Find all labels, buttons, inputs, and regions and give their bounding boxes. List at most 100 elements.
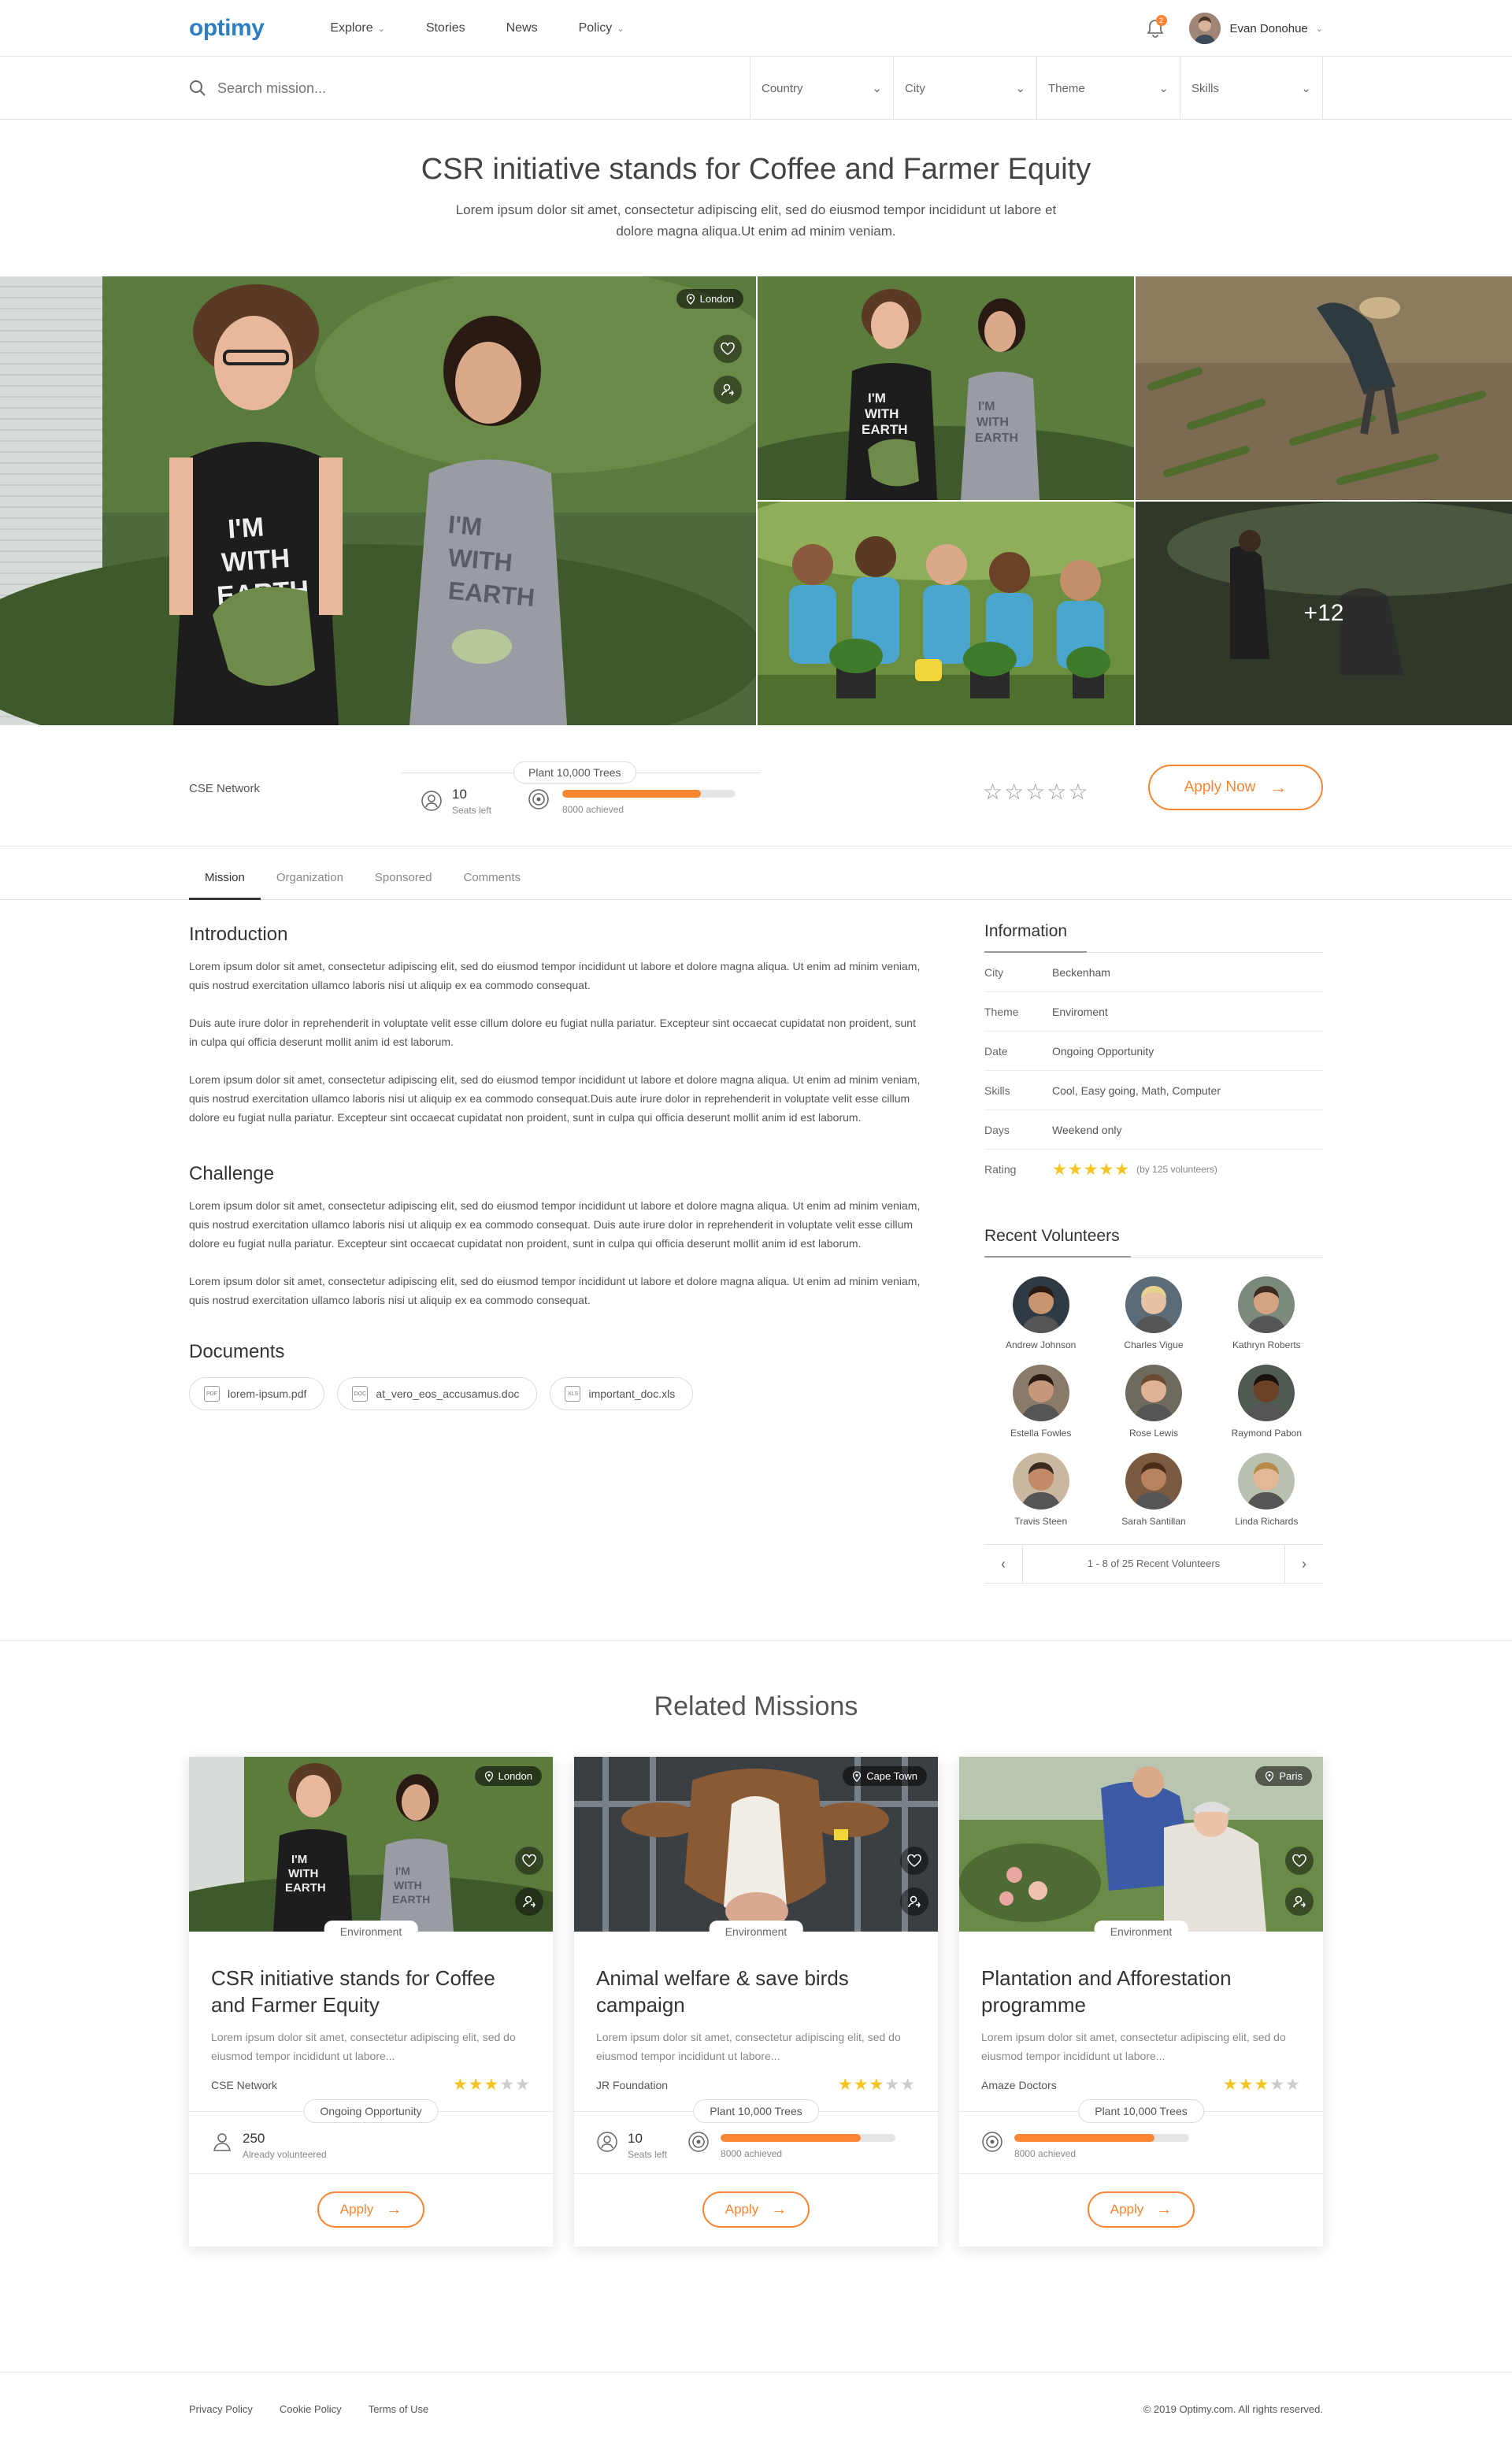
challenge-paragraph: Lorem ipsum dolor sit amet, consectetur … <box>189 1199 921 1250</box>
favorite-heart-icon[interactable] <box>515 1847 543 1875</box>
volunteer-item[interactable]: Linda Richards <box>1210 1453 1323 1527</box>
chevron-down-icon: ⌄ <box>1301 82 1311 95</box>
info-key: Date <box>984 1044 1008 1058</box>
progress-bar <box>1014 2134 1189 2142</box>
notification-bell-icon[interactable]: 2 <box>1143 15 1167 40</box>
svg-text:I'M: I'M <box>291 1853 307 1866</box>
apply-now-button[interactable]: Apply Now → <box>1148 765 1323 810</box>
volunteer-item[interactable]: Kathryn Roberts <box>1210 1276 1323 1350</box>
nav-stories[interactable]: Stories <box>426 21 465 35</box>
card-organization: JR Foundation <box>596 2078 669 2091</box>
tab-comments[interactable]: Comments <box>447 871 536 900</box>
intro-paragraph: Lorem ipsum dolor sit amet, consectetur … <box>189 960 921 991</box>
volunteer-avatar <box>1125 1453 1182 1510</box>
volunteer-item[interactable]: Rose Lewis <box>1097 1365 1210 1439</box>
related-title: Related Missions <box>654 1691 858 1721</box>
pdf-file-icon: PDF <box>204 1386 220 1402</box>
apply-button[interactable]: Apply → <box>1088 2191 1195 2228</box>
favorite-heart-icon[interactable] <box>713 335 742 363</box>
privacy-policy-link[interactable]: Privacy Policy <box>189 2403 253 2415</box>
mission-card[interactable]: Paris Environment Plantation and Afforesta… <box>959 1757 1323 2247</box>
card-description: Lorem ipsum dolor sit amet, consectetur … <box>596 2031 901 2062</box>
tab-sponsored[interactable]: Sponsored <box>359 871 448 900</box>
nav-news[interactable]: News <box>506 21 538 35</box>
info-value: Weekend only <box>1052 1123 1122 1136</box>
filter-city[interactable]: City ⌄ <box>893 57 1036 120</box>
card-pill: Plant 10,000 Trees <box>1078 2099 1204 2123</box>
favorite-heart-icon[interactable] <box>900 1847 928 1875</box>
xls-file-icon: XLS <box>565 1386 581 1402</box>
card-meta: CSE Network ★★★★★ <box>211 2075 531 2095</box>
user-name[interactable]: Evan Donohue <box>1230 22 1308 35</box>
photo-gallery: I'M WITH EARTH I'M WITH EARTH London <box>0 276 1512 725</box>
recommend-user-icon[interactable] <box>515 1887 543 1916</box>
apply-label: Apply <box>724 2202 759 2217</box>
volunteer-item[interactable]: Estella Fowles <box>984 1365 1097 1439</box>
volunteer-item[interactable]: Travis Steen <box>984 1453 1097 1527</box>
location-pin-icon <box>686 293 695 305</box>
filter-city-label: City <box>905 81 925 95</box>
card-title[interactable]: CSR initiative stands for Coffee and Far… <box>211 1965 531 2018</box>
rating-stars-empty[interactable]: ☆☆☆☆☆ <box>983 779 1090 805</box>
chevron-down-icon[interactable]: ⌄ <box>1316 24 1323 34</box>
volunteer-item[interactable]: Sarah Santillan <box>1097 1453 1210 1527</box>
gallery-thumb-1[interactable]: I'M WITH EARTH I'M WITH EARTH <box>758 276 1134 500</box>
volunteer-avatar <box>1012 1276 1069 1333</box>
volunteers-grid: Andrew Johnson Charles Vigue Kathryn Rober… <box>984 1276 1323 1527</box>
mission-card[interactable]: Cape Town Environment Animal welfare & sav… <box>574 1757 938 2247</box>
mission-stats: CSE Network Plant 10,000 Trees 10 Seats l… <box>0 725 1512 846</box>
favorite-heart-icon[interactable] <box>1285 1847 1314 1875</box>
arrow-right-icon: → <box>771 2200 788 2218</box>
volunteer-item[interactable]: Raymond Pabon <box>1210 1365 1323 1439</box>
gallery-thumb-3[interactable] <box>758 502 1134 725</box>
recommend-user-icon[interactable] <box>1285 1887 1314 1916</box>
recommend-user-icon[interactable] <box>713 376 742 404</box>
chevron-down-icon: ⌄ <box>872 82 882 95</box>
volunteers-pager: ‹ 1 - 8 of 25 Recent Volunteers › <box>984 1544 1323 1584</box>
mission-content: Introduction Lorem ipsum dolor sit amet,… <box>189 924 925 1584</box>
card-image[interactable]: Paris <box>959 1757 1323 1932</box>
card-title[interactable]: Animal welfare & save birds campaign <box>596 1965 916 2018</box>
nav-explore[interactable]: Explore ⌄ <box>330 21 384 35</box>
gallery-thumb-2[interactable] <box>1136 276 1512 500</box>
recommend-user-icon[interactable] <box>900 1887 928 1916</box>
filter-skills-label: Skills <box>1191 81 1220 95</box>
card-image[interactable]: I'M WITH EARTH I'M WITH EARTH London <box>189 1757 553 1932</box>
filter-skills[interactable]: Skills ⌄ <box>1180 57 1323 120</box>
location-label: Cape Town <box>866 1770 917 1782</box>
user-avatar[interactable] <box>1188 13 1221 44</box>
terms-of-use-link[interactable]: Terms of Use <box>369 2403 429 2415</box>
card-image[interactable]: Cape Town <box>574 1757 938 1932</box>
nav-policy[interactable]: Policy ⌄ <box>579 21 624 35</box>
volunteer-item[interactable]: Charles Vigue <box>1097 1276 1210 1350</box>
gallery-thumb-4[interactable]: +12 <box>1136 502 1512 725</box>
svg-text:EARTH: EARTH <box>862 422 908 437</box>
document-link[interactable]: DOC at_vero_eos_accusamus.doc <box>337 1377 538 1410</box>
user-seat-icon <box>421 791 442 811</box>
mission-card[interactable]: I'M WITH EARTH I'M WITH EARTH London Environmen… <box>189 1757 553 2247</box>
info-row: Date Ongoing Opportunity <box>984 1032 1323 1071</box>
more-photos-count[interactable]: +12 <box>1136 502 1512 725</box>
tab-mission[interactable]: Mission <box>189 871 261 900</box>
document-link[interactable]: XLS important_doc.xls <box>550 1377 694 1410</box>
chevron-right-icon[interactable]: › <box>1285 1544 1323 1584</box>
nav-stories-label: Stories <box>425 21 465 35</box>
chevron-left-icon[interactable]: ‹ <box>984 1544 1022 1584</box>
tab-organization[interactable]: Organization <box>261 871 359 900</box>
cookie-policy-link[interactable]: Cookie Policy <box>280 2403 342 2415</box>
document-link[interactable]: PDF lorem-ipsum.pdf <box>189 1377 325 1410</box>
filter-theme[interactable]: Theme ⌄ <box>1036 57 1180 120</box>
card-title[interactable]: Plantation and Afforestation programme <box>981 1965 1301 2018</box>
card-description: Lorem ipsum dolor sit amet, consectetur … <box>981 2031 1286 2062</box>
apply-button[interactable]: Apply → <box>317 2191 424 2228</box>
progress-bar-fill <box>1014 2134 1154 2142</box>
optimy-logo[interactable]: optimy <box>189 15 265 42</box>
filter-country[interactable]: Country ⌄ <box>750 57 893 120</box>
apply-button[interactable]: Apply → <box>702 2191 810 2228</box>
volunteer-item[interactable]: Andrew Johnson <box>984 1276 1097 1350</box>
organization-name[interactable]: CSE Network <box>189 782 260 795</box>
gallery-main-photo[interactable]: I'M WITH EARTH I'M WITH EARTH London <box>0 276 756 725</box>
intro-paragraph: Lorem ipsum dolor sit amet, consectetur … <box>189 1073 921 1124</box>
info-row: Theme Enviroment <box>984 992 1323 1032</box>
search-input[interactable] <box>217 80 611 97</box>
